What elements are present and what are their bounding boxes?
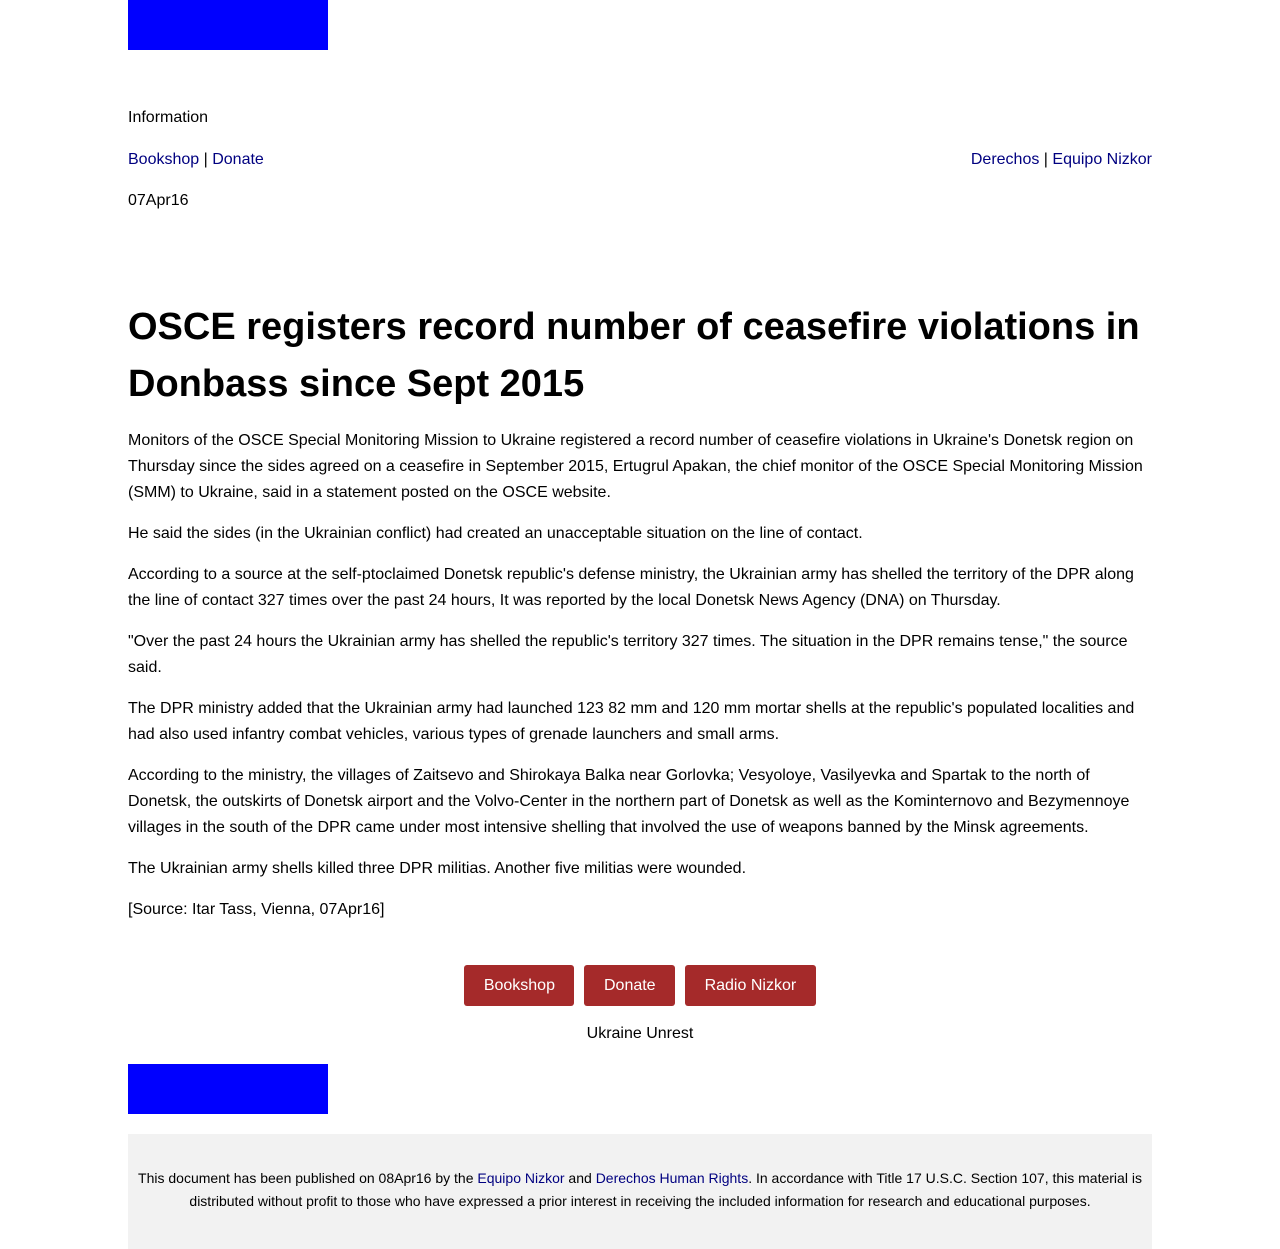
article-paragraph: The Ukrainian army shells killed three D…: [128, 860, 747, 877]
article-body: Monitors of the OSCE Special Monitoring …: [128, 428, 1152, 938]
article-paragraph: He said the sides (in the Ukrainian conf…: [128, 525, 863, 542]
bookshop-button[interactable]: Bookshop: [464, 965, 575, 1006]
article-paragraph: According to the ministry, the villages …: [128, 767, 1130, 836]
article-title: OSCE registers record number of ceasefir…: [128, 306, 1140, 405]
donate-link[interactable]: Donate: [212, 151, 264, 168]
footer-derechos-link[interactable]: Derechos Human Rights: [596, 1170, 749, 1186]
bookshop-link[interactable]: Bookshop: [128, 151, 199, 168]
topic-tag: Ukraine Unrest: [586, 1025, 694, 1042]
article-paragraph: According to a source at the self-ptocla…: [128, 566, 1134, 609]
nav-separator: |: [199, 151, 213, 168]
article-paragraph: "Over the past 24 hours the Ukrainian ar…: [128, 633, 1128, 676]
nav-separator: |: [1039, 151, 1053, 168]
top-logo-block[interactable]: [128, 0, 328, 50]
button-bar: Bookshop Donate Radio Nizkor: [0, 965, 1280, 1006]
footer: This document has been published on 08Ap…: [128, 1134, 1152, 1249]
radio-nizkor-button[interactable]: Radio Nizkor: [685, 965, 816, 1006]
derechos-link[interactable]: Derechos: [971, 151, 1039, 168]
footer-text: This document has been published on 08Ap…: [138, 1170, 478, 1186]
article-paragraph: Monitors of the OSCE Special Monitoring …: [128, 432, 1143, 501]
bottom-logo-block[interactable]: [128, 1064, 328, 1114]
top-nav: Bookshop | Donate Derechos | Equipo Nizk…: [128, 150, 1152, 170]
nav-right: Derechos | Equipo Nizkor: [971, 150, 1152, 170]
donate-button[interactable]: Donate: [584, 965, 676, 1006]
footer-equipo-link[interactable]: Equipo Nizkor: [477, 1170, 564, 1186]
equipo-nizkor-link[interactable]: Equipo Nizkor: [1052, 151, 1152, 168]
article-paragraph: The DPR ministry added that the Ukrainia…: [128, 700, 1135, 743]
nav-left: Bookshop | Donate: [128, 150, 264, 170]
article-source: [Source: Itar Tass, Vienna, 07Apr16]: [128, 901, 385, 918]
footer-text: and: [564, 1170, 596, 1186]
page-date: 07Apr16: [128, 192, 189, 209]
section-label: Information: [128, 109, 209, 126]
